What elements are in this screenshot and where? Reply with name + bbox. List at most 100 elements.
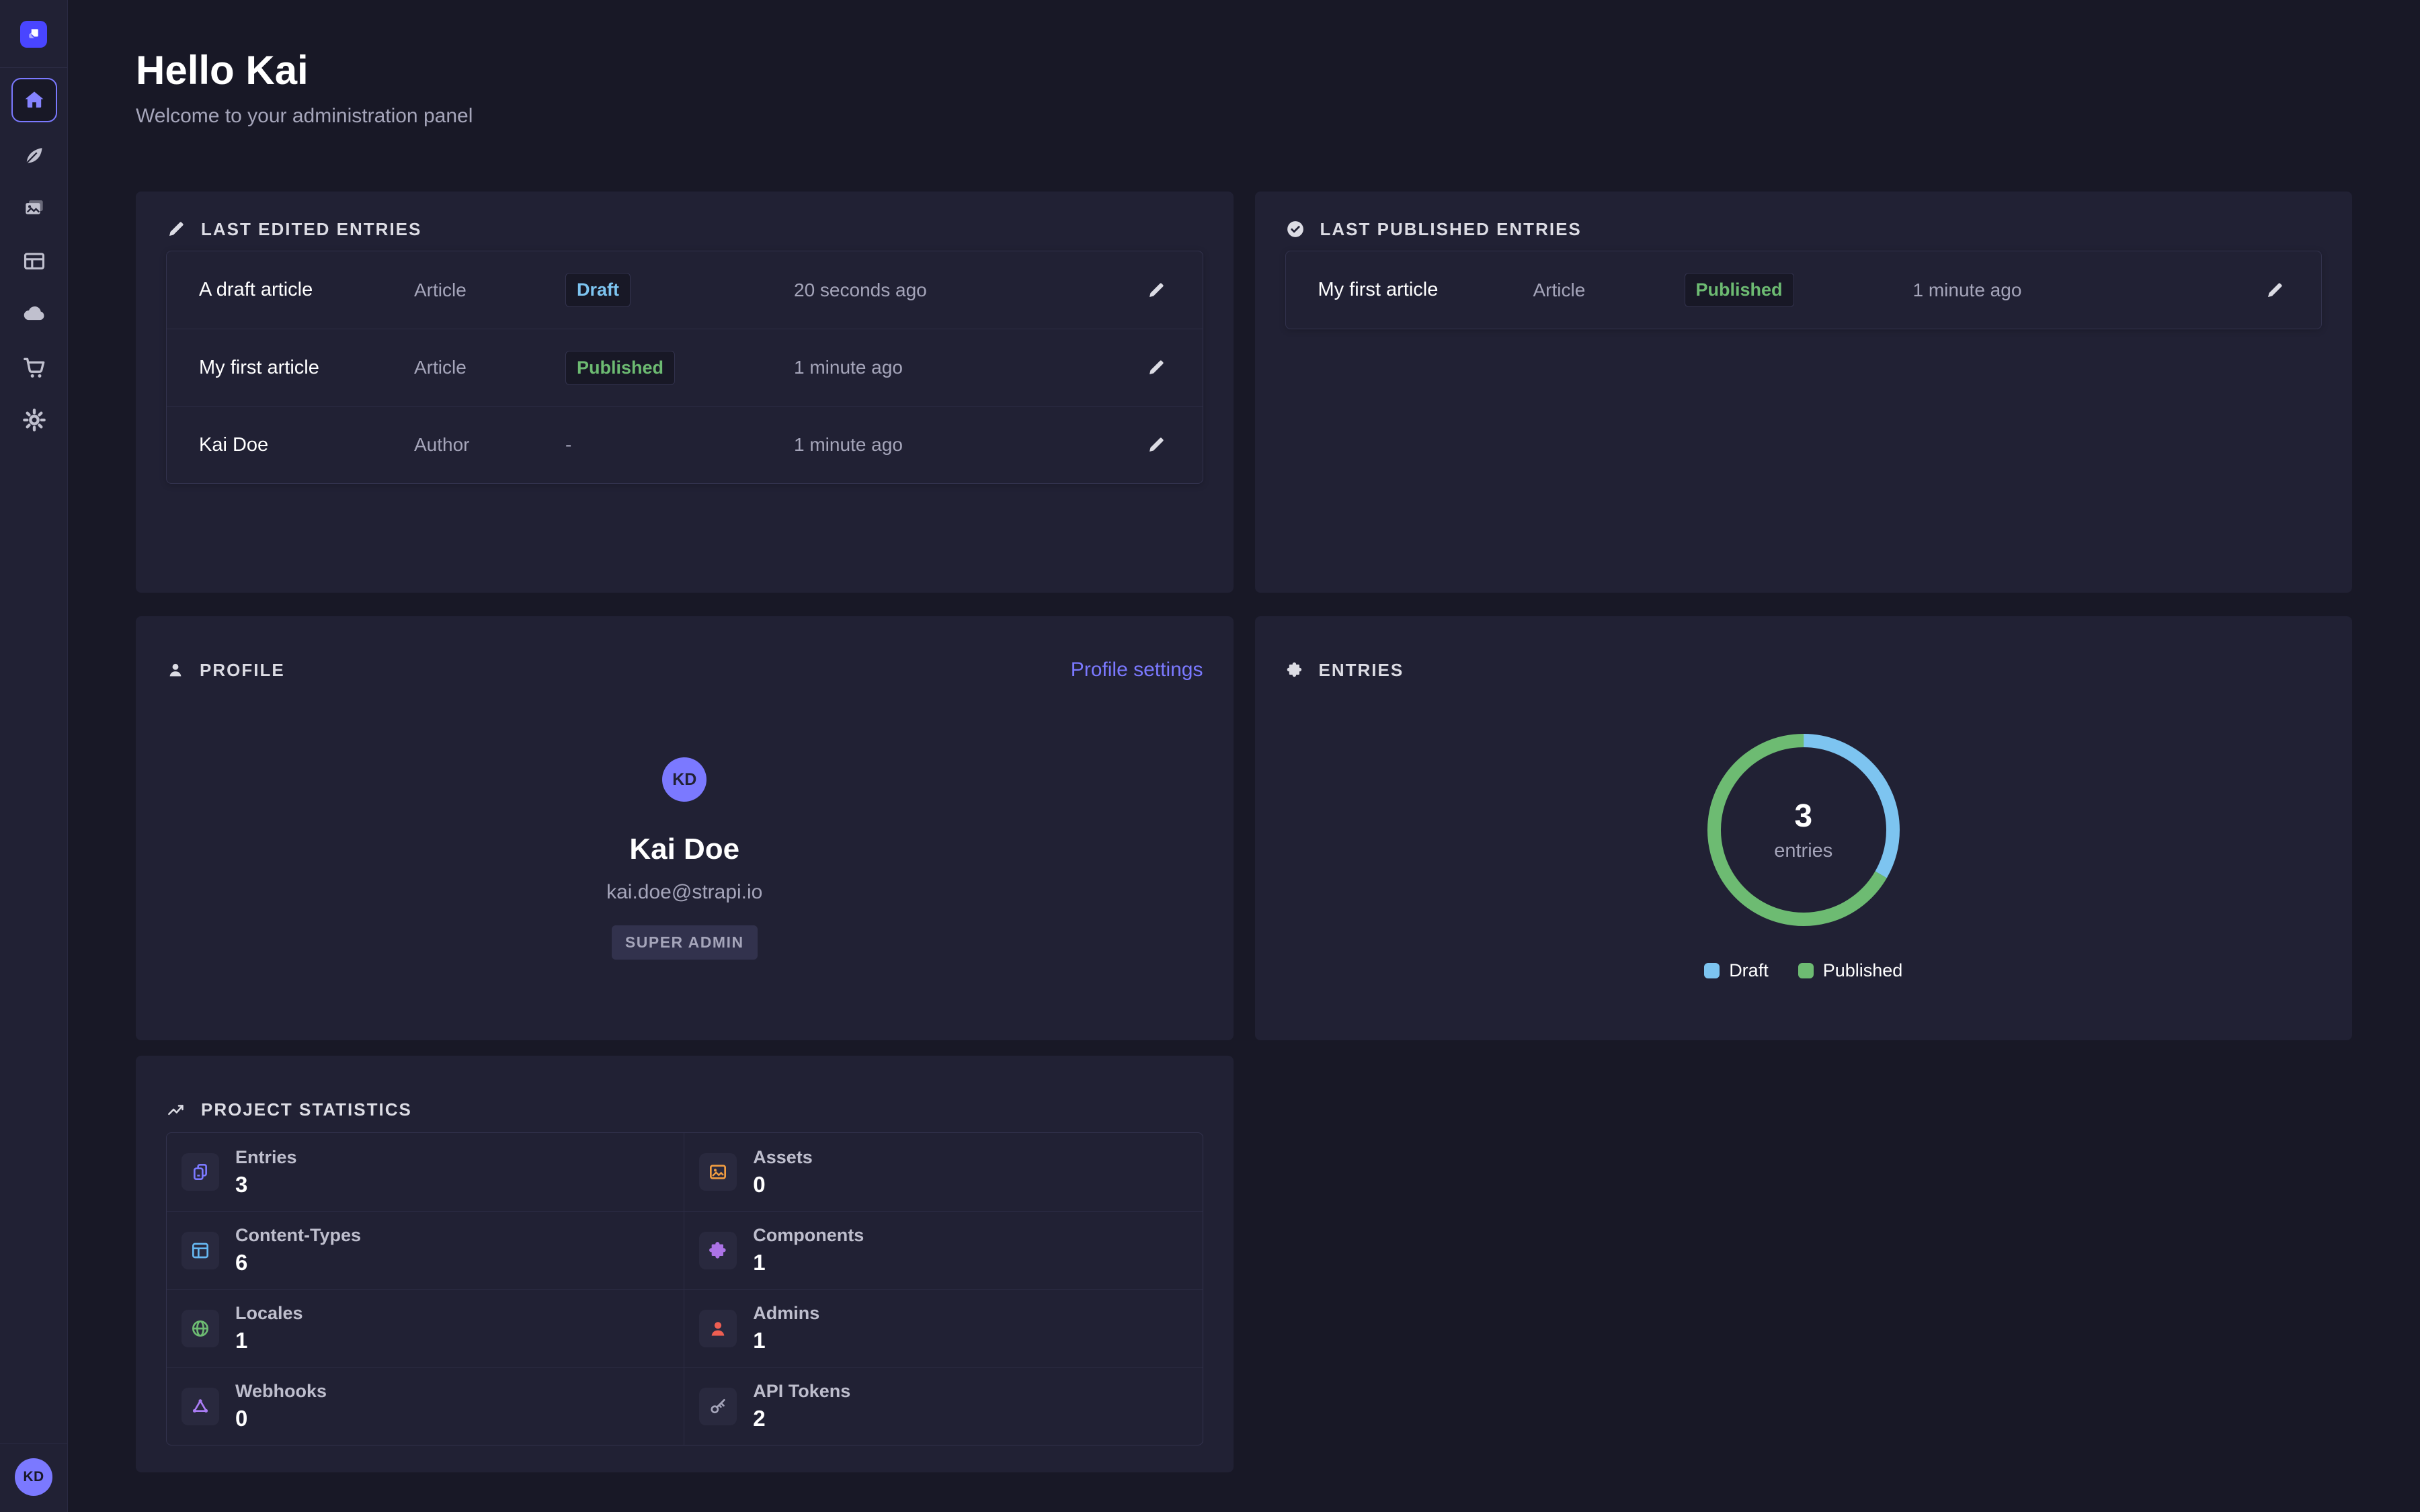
- stat-label: Entries: [235, 1147, 297, 1168]
- stat-value: 1: [753, 1328, 819, 1353]
- page-title: Hello Kai: [136, 48, 2352, 93]
- entry-type: Article: [1533, 280, 1685, 301]
- person-icon: [166, 661, 185, 679]
- sidebar-divider: [0, 1443, 67, 1444]
- profile-name: Kai Doe: [629, 833, 739, 866]
- pencil-icon: [166, 219, 186, 239]
- table-row: My first article Article Published 1 min…: [1286, 251, 2322, 329]
- admins-icon: [707, 1318, 729, 1339]
- entry-name: My first article: [199, 357, 414, 379]
- check-circle-icon: [1285, 219, 1305, 239]
- stat-api-tokens: API Tokens 2: [684, 1367, 1202, 1445]
- edit-entry-button[interactable]: [2261, 276, 2289, 304]
- locales-icon: [190, 1318, 211, 1339]
- entries-donut-chart: 3 entries: [1703, 729, 1904, 931]
- stat-label: Components: [753, 1225, 864, 1246]
- user-avatar[interactable]: KD: [15, 1458, 52, 1496]
- entry-type: Article: [414, 280, 565, 301]
- entry-name: A draft article: [199, 279, 414, 301]
- entry-type: Article: [414, 357, 565, 378]
- last-published-table: My first article Article Published 1 min…: [1285, 251, 2323, 329]
- entry-type: Author: [414, 434, 565, 456]
- edit-entry-button[interactable]: [1142, 431, 1170, 459]
- main-content: Hello Kai Welcome to your administration…: [68, 0, 2420, 1512]
- status-badge: Draft: [565, 273, 631, 307]
- trending-up-icon: [166, 1099, 186, 1120]
- profile-settings-link[interactable]: Profile settings: [1071, 659, 1203, 681]
- pencil-icon: [2265, 280, 2285, 300]
- assets-icon: [707, 1161, 729, 1183]
- edit-entry-button[interactable]: [1142, 353, 1170, 382]
- sidebar-item-media-library[interactable]: [0, 190, 68, 227]
- entry-time: 1 minute ago: [1913, 280, 2202, 301]
- table-row: My first article Article Published 1 min…: [167, 329, 1203, 406]
- page-subtitle: Welcome to your administration panel: [136, 105, 2352, 128]
- stat-value: 6: [235, 1250, 361, 1275]
- edit-entry-button[interactable]: [1142, 276, 1170, 304]
- entries-icon: [190, 1161, 211, 1183]
- stat-components: Components 1: [684, 1211, 1202, 1289]
- content-types-icon: [190, 1240, 211, 1261]
- sidebar-item-content-type-builder[interactable]: [0, 243, 68, 280]
- layout-icon: [22, 249, 47, 274]
- sidebar: KD: [0, 0, 68, 1512]
- feather-icon: [22, 143, 46, 167]
- stat-label: Admins: [753, 1303, 819, 1324]
- stat-content-types: Content-Types 6: [167, 1211, 684, 1289]
- stat-value: 1: [753, 1250, 864, 1275]
- status-empty: -: [565, 434, 794, 456]
- sidebar-item-cloud[interactable]: [0, 295, 68, 333]
- api-tokens-icon: [707, 1396, 729, 1417]
- strapi-logo-icon: [25, 26, 42, 43]
- strapi-logo: [20, 21, 47, 48]
- gear-icon: [21, 407, 48, 433]
- sidebar-item-marketplace[interactable]: [0, 348, 68, 386]
- stats-table: Entries 3 Assets 0: [166, 1132, 1203, 1445]
- legend-item-draft: Draft: [1704, 960, 1769, 981]
- stat-admins: Admins 1: [684, 1289, 1202, 1367]
- panel-title: LAST EDITED ENTRIES: [201, 219, 421, 240]
- stat-webhooks: Webhooks 0: [167, 1367, 684, 1445]
- pencil-icon: [1146, 435, 1166, 455]
- stat-value: 2: [753, 1406, 850, 1431]
- cloud-icon: [21, 300, 48, 327]
- legend-swatch-published: [1798, 963, 1814, 978]
- sidebar-item-settings[interactable]: [0, 401, 68, 439]
- entry-time: 1 minute ago: [794, 357, 1083, 378]
- entry-name: Kai Doe: [199, 434, 414, 456]
- entries-panel: ENTRIES 3 entries Draft: [1255, 616, 2353, 1040]
- donut-total-label: entries: [1774, 840, 1832, 862]
- puzzle-icon: [1285, 661, 1304, 679]
- chart-legend: Draft Published: [1285, 960, 2323, 981]
- stat-label: API Tokens: [753, 1381, 850, 1402]
- table-row: A draft article Article Draft 20 seconds…: [167, 251, 1203, 329]
- donut-total: 3: [1794, 798, 1812, 835]
- stat-value: 3: [235, 1172, 297, 1198]
- panel-title: ENTRIES: [1319, 660, 1404, 681]
- webhooks-icon: [190, 1396, 211, 1417]
- sidebar-divider: [0, 67, 67, 68]
- role-badge: SUPER ADMIN: [612, 925, 758, 960]
- dashboard-grid: LAST EDITED ENTRIES A draft article Arti…: [136, 192, 2352, 1472]
- profile-panel: PROFILE Profile settings KD Kai Doe kai.…: [136, 616, 1234, 1040]
- panel-title: PROFILE: [200, 660, 285, 681]
- stat-locales: Locales 1: [167, 1289, 684, 1367]
- sidebar-item-home[interactable]: [11, 78, 57, 122]
- last-published-entries-panel: LAST PUBLISHED ENTRIES My first article …: [1255, 192, 2353, 593]
- components-icon: [707, 1240, 729, 1261]
- table-row: Kai Doe Author - 1 minute ago: [167, 406, 1203, 483]
- project-statistics-panel: PROJECT STATISTICS Entries 3: [136, 1056, 1234, 1472]
- stat-value: 0: [235, 1406, 327, 1431]
- legend-label: Published: [1823, 960, 1903, 981]
- shopping-cart-icon: [21, 353, 48, 380]
- entry-time: 20 seconds ago: [794, 280, 1083, 301]
- legend-item-published: Published: [1798, 960, 1903, 981]
- stat-label: Locales: [235, 1303, 303, 1324]
- last-edited-table: A draft article Article Draft 20 seconds…: [166, 251, 1203, 484]
- last-edited-entries-panel: LAST EDITED ENTRIES A draft article Arti…: [136, 192, 1234, 593]
- pencil-icon: [1146, 358, 1166, 378]
- sidebar-item-content-manager[interactable]: [0, 136, 68, 174]
- profile-email: kai.doe@strapi.io: [606, 881, 762, 904]
- legend-swatch-draft: [1704, 963, 1720, 978]
- stat-label: Assets: [753, 1147, 813, 1168]
